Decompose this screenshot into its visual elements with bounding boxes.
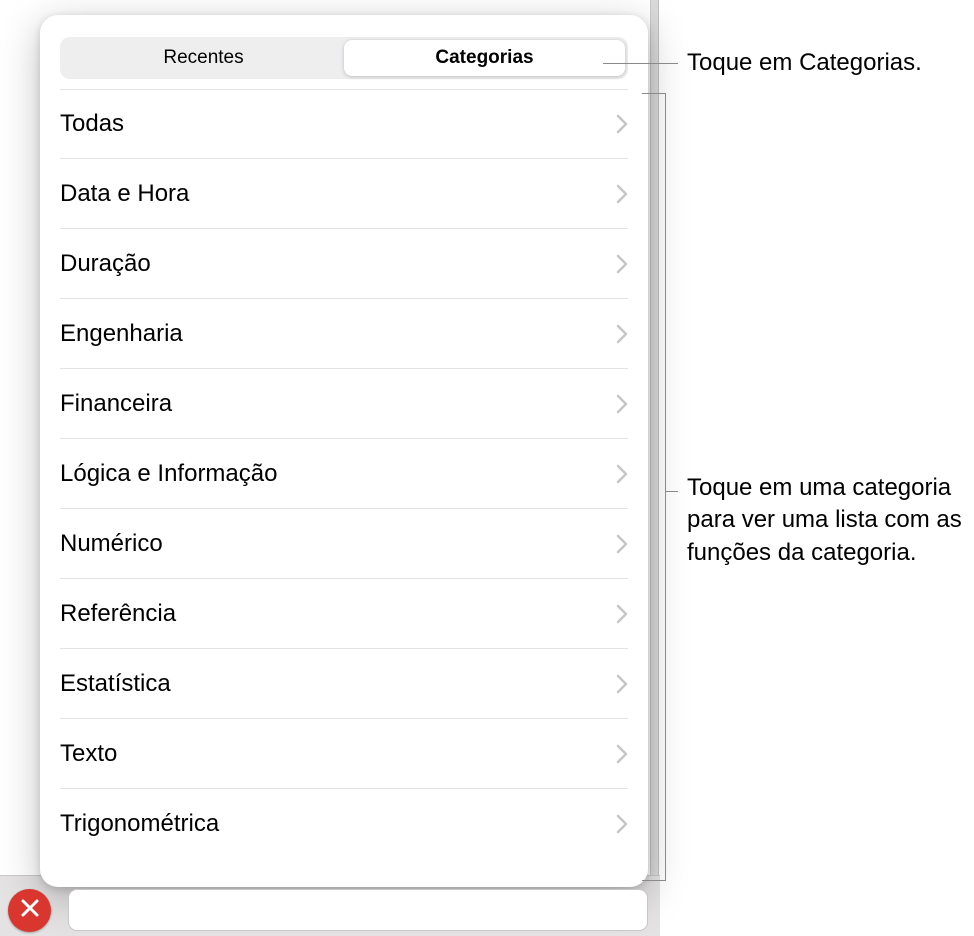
list-item-label: Todas — [60, 110, 124, 138]
list-item[interactable]: Referência — [60, 579, 628, 649]
tab-categories-label: Categorias — [435, 47, 533, 69]
callout-line — [665, 491, 678, 492]
list-item-label: Duração — [60, 250, 151, 278]
list-item[interactable]: Data e Hora — [60, 159, 628, 229]
list-item[interactable]: Duração — [60, 229, 628, 299]
chevron-right-icon — [616, 324, 628, 344]
tab-categories[interactable]: Categorias — [344, 40, 625, 76]
list-item-label: Texto — [60, 740, 117, 768]
chevron-right-icon — [616, 464, 628, 484]
chevron-right-icon — [616, 184, 628, 204]
list-item[interactable]: Numérico — [60, 509, 628, 579]
close-icon — [19, 897, 41, 924]
list-item-label: Numérico — [60, 530, 163, 558]
app-side-border — [650, 0, 659, 936]
list-item[interactable]: Financeira — [60, 369, 628, 439]
list-item-label: Lógica e Informação — [60, 460, 277, 488]
functions-popover: Recentes Categorias Todas Data e Hora Du… — [40, 15, 648, 887]
callout-line — [642, 880, 666, 881]
formula-input[interactable] — [68, 889, 648, 931]
chevron-right-icon — [616, 114, 628, 134]
tab-recents[interactable]: Recentes — [63, 40, 344, 76]
chevron-right-icon — [616, 814, 628, 834]
chevron-right-icon — [616, 604, 628, 624]
callout-text-categories: Toque em Categorias. — [687, 47, 974, 79]
segmented-control: Recentes Categorias — [60, 37, 628, 79]
list-item-label: Estatística — [60, 670, 171, 698]
chevron-right-icon — [616, 534, 628, 554]
callout-line — [665, 93, 666, 881]
list-item-label: Financeira — [60, 390, 172, 418]
tab-recents-label: Recentes — [163, 47, 243, 69]
callout-line — [603, 63, 678, 64]
list-item[interactable]: Todas — [60, 89, 628, 159]
list-item[interactable]: Estatística — [60, 649, 628, 719]
list-item[interactable]: Texto — [60, 719, 628, 789]
list-item[interactable]: Trigonométrica — [60, 789, 628, 859]
list-item-label: Referência — [60, 600, 176, 628]
list-item[interactable]: Lógica e Informação — [60, 439, 628, 509]
list-item-label: Trigonométrica — [60, 810, 219, 838]
close-button[interactable] — [8, 889, 51, 932]
callout-line — [642, 93, 666, 94]
list-item[interactable]: Engenharia — [60, 299, 628, 369]
list-item-label: Engenharia — [60, 320, 183, 348]
callout-text-list: Toque em uma categoria para ver uma list… — [687, 472, 967, 569]
chevron-right-icon — [616, 394, 628, 414]
chevron-right-icon — [616, 254, 628, 274]
chevron-right-icon — [616, 674, 628, 694]
list-item-label: Data e Hora — [60, 180, 189, 208]
category-list: Todas Data e Hora Duração Engenharia Fin… — [60, 89, 628, 859]
chevron-right-icon — [616, 744, 628, 764]
